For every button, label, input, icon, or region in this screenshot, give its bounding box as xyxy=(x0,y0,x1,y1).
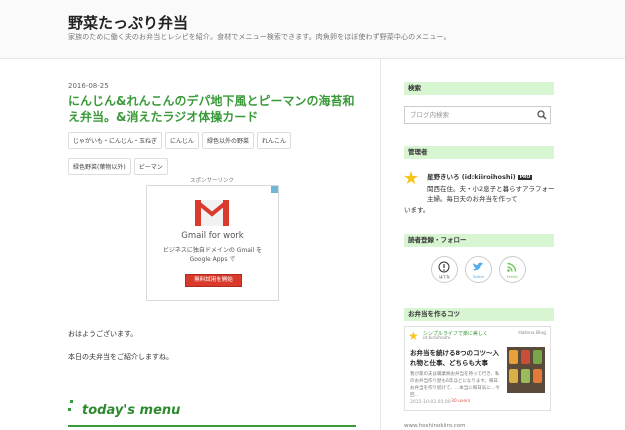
body-paragraph: 本日の夫弁当をご紹介しますね。 xyxy=(68,353,173,361)
card-bookmark-count[interactable]: 30 users xyxy=(451,399,470,404)
category-tag[interactable]: ピーマン xyxy=(133,158,168,175)
sidebar-heading-admin: 管理者 xyxy=(404,146,554,159)
category-tag[interactable]: 緑色以外の野菜 xyxy=(202,132,255,149)
follow-label: Feedly xyxy=(506,275,519,279)
admin-name[interactable]: 星野きいろ (id:kiiroihoshi) PRO xyxy=(427,171,533,181)
twitter-follow-button[interactable]: Twitter xyxy=(465,256,492,283)
search-icon[interactable] xyxy=(536,109,548,121)
card-thumbnail[interactable] xyxy=(507,347,545,393)
card-source: Hatena Blog xyxy=(518,331,546,336)
site-header: 野菜たっぷり弁当 家族のために働く夫のお弁当とレシピを紹介。食材でメニュー検索で… xyxy=(0,0,625,59)
gmail-logo-icon xyxy=(195,200,229,226)
sidebar-heading-follow: 読者登録・フォロー xyxy=(404,234,554,247)
feedly-icon xyxy=(507,262,517,272)
admin-description-cont: います。 xyxy=(404,206,430,214)
ad-subtext: ビジネスに独自ドメインの Gmail を Google Apps で xyxy=(162,247,263,263)
sidebar-heading-tips: お弁当を作るコツ xyxy=(404,308,554,321)
menu-heading: today's menu xyxy=(68,398,356,428)
ad-banner[interactable]: Gmail for work ビジネスに独自ドメインの Gmail を Goog… xyxy=(146,185,279,301)
card-body: 我が家の夫は職業柄お弁当を持って行き、私のお弁当作り歴も6年ほどになります。毎日… xyxy=(410,372,500,398)
star-icon: ★ xyxy=(408,329,419,343)
card-user: id:kiroihoshi xyxy=(423,336,451,341)
adchoices-icon[interactable] xyxy=(271,186,278,193)
body-paragraph: おはようございます。 xyxy=(68,330,138,338)
category-list: じゃがいも・にんじん・玉ねぎ にんじん 緑色以外の野菜 れんこん 緑色野菜(葉物以外)… xyxy=(68,128,358,180)
card-date: 2015-10-03 05:00 xyxy=(410,400,451,405)
search-input[interactable] xyxy=(405,107,535,123)
category-tag[interactable]: れんこん xyxy=(257,132,292,149)
follow-label: はてな xyxy=(439,275,450,279)
hatena-icon xyxy=(438,261,450,273)
feedly-follow-button[interactable]: Feedly xyxy=(499,256,526,283)
hatena-follow-button[interactable]: はてな xyxy=(431,256,458,283)
admin-name-text[interactable]: 星野きいろ (id:kiiroihoshi) xyxy=(427,173,516,181)
sidebar: 検索 管理者 ★ 星野きいろ (id:kiiroihoshi)PRO 関西在住。… xyxy=(380,58,625,430)
site-description: 家族のために働く夫のお弁当とレシピを紹介。食材でメニュー検索できます。肉魚卵をほ… xyxy=(68,33,451,41)
category-tag[interactable]: じゃがいも・にんじん・玉ねぎ xyxy=(68,132,163,149)
admin-description: 関西在住。夫・小2息子と暮らすアラフォー主婦。毎日夫のお弁当を作って xyxy=(427,185,555,203)
heading-dot-icon xyxy=(68,408,71,411)
blog-card[interactable]: ★ シンプルライフで楽に美しく id:kiroihoshi Hatena Blo… xyxy=(404,326,551,411)
ad-headline: Gmail for work xyxy=(181,231,244,241)
site-title[interactable]: 野菜たっぷり弁当 xyxy=(68,12,188,33)
ad-cta-button[interactable]: 無料試用を開始 xyxy=(185,274,242,287)
sponsor-label: スポンサーリンク xyxy=(190,178,235,184)
twitter-icon xyxy=(473,262,483,271)
avatar[interactable]: ★ xyxy=(403,170,419,188)
pro-badge: PRO xyxy=(517,174,533,180)
sidebar-heading-search: 検索 xyxy=(404,82,554,95)
search-box xyxy=(404,106,551,124)
card-title[interactable]: お弁当を続ける8つのコツ〜入れ物と仕事、どちらも大事 xyxy=(410,349,502,368)
entry-date[interactable]: 2016-08-25 xyxy=(68,82,109,90)
menu-heading-text: today's menu xyxy=(82,403,181,418)
entry-title[interactable]: にんじん&れんこんのデパ地下風とピーマンの海苔和え弁当。&消えたラジオ体操カード xyxy=(68,93,358,125)
category-tag[interactable]: にんじん xyxy=(165,132,200,149)
follow-label: Twitter xyxy=(472,275,485,279)
category-tag[interactable]: 緑色野菜(葉物以外) xyxy=(68,158,131,175)
follow-buttons: はてな Twitter Feedly xyxy=(431,256,526,288)
heading-dot-icon xyxy=(70,400,73,403)
heading-underline xyxy=(68,425,356,427)
card-footer-link[interactable]: www.hoshinokiiro.com xyxy=(404,423,465,429)
